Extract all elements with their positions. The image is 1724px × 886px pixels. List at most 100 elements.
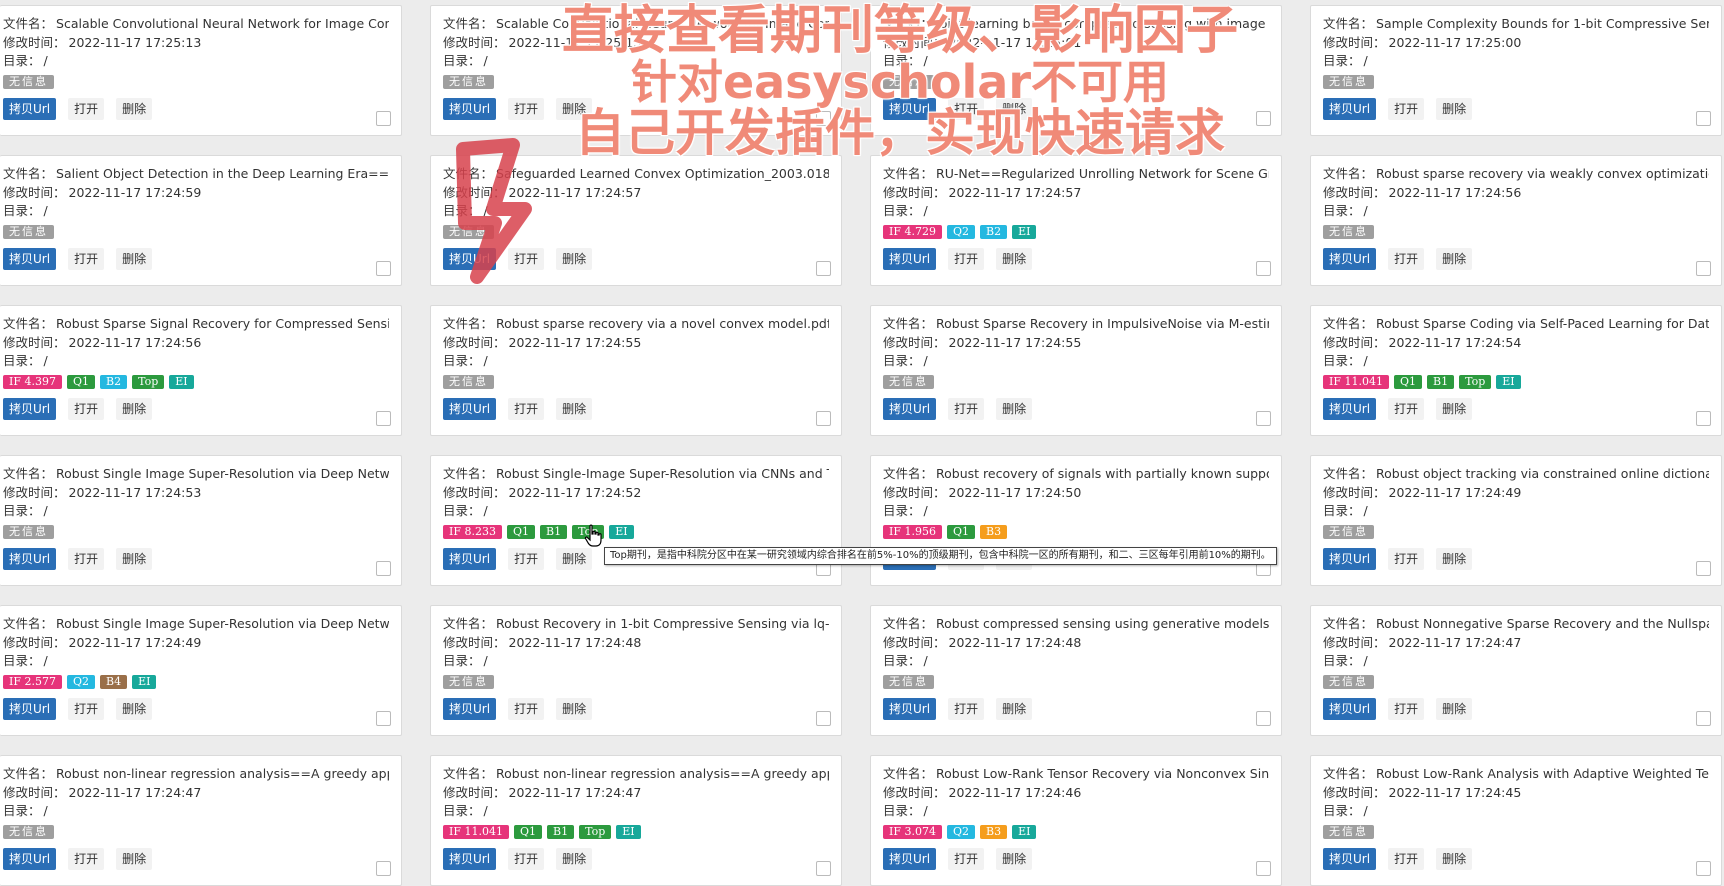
select-checkbox[interactable] [376,861,391,876]
copy-url-button[interactable]: 拷贝Url [883,847,937,870]
open-button[interactable]: 打开 [1388,97,1425,120]
copy-url-button[interactable]: 拷贝Url [3,247,57,270]
copy-url-button[interactable]: 拷贝Url [1323,547,1377,570]
select-checkbox[interactable] [1256,861,1271,876]
delete-button[interactable]: 删除 [116,247,153,270]
open-button[interactable]: 打开 [508,697,545,720]
open-button[interactable]: 打开 [948,847,985,870]
select-checkbox[interactable] [1696,261,1711,276]
select-checkbox[interactable] [1696,411,1711,426]
journal-badge[interactable]: Top [579,824,612,839]
copy-url-button[interactable]: 拷贝Url [1323,97,1377,120]
open-button[interactable]: 打开 [948,247,985,270]
copy-url-button[interactable]: 拷贝Url [1323,697,1377,720]
copy-url-button[interactable]: 拷贝Url [443,97,497,120]
modified-time-label: 修改时间： [3,334,66,350]
select-checkbox[interactable] [816,261,831,276]
select-checkbox[interactable] [1256,411,1271,426]
delete-button[interactable]: 删除 [1436,247,1473,270]
delete-button[interactable]: 删除 [996,847,1033,870]
copy-url-button[interactable]: 拷贝Url [3,397,57,420]
card-actions: 拷贝Url 打开删除 [3,697,401,720]
select-checkbox[interactable] [376,111,391,126]
select-checkbox[interactable] [1256,261,1271,276]
select-checkbox[interactable] [816,711,831,726]
copy-url-button[interactable]: 拷贝Url [3,697,57,720]
delete-button[interactable]: 删除 [1436,97,1473,120]
copy-url-button[interactable]: 拷贝Url [443,397,497,420]
copy-url-button[interactable]: 拷贝Url [443,547,497,570]
open-button[interactable]: 打开 [948,397,985,420]
select-checkbox[interactable] [816,411,831,426]
open-button[interactable]: 打开 [68,247,105,270]
copy-url-button[interactable]: 拷贝Url [1323,247,1377,270]
copy-url-button[interactable]: 拷贝Url [1323,397,1377,420]
delete-button[interactable]: 删除 [996,697,1033,720]
open-button[interactable]: 打开 [1388,547,1425,570]
open-button[interactable]: 打开 [68,697,105,720]
select-checkbox[interactable] [376,411,391,426]
delete-button[interactable]: 删除 [556,847,593,870]
select-checkbox[interactable] [376,711,391,726]
open-button[interactable]: 打开 [948,697,985,720]
open-button[interactable]: 打开 [1388,247,1425,270]
modified-time-value: 2022-11-17 17:24:53 [68,484,202,500]
open-button[interactable]: 打开 [508,547,545,570]
card-actions: 拷贝Url 打开删除 [3,247,401,270]
delete-button[interactable]: 删除 [1436,397,1473,420]
delete-button[interactable]: 删除 [116,697,153,720]
copy-url-button[interactable]: 拷贝Url [443,697,497,720]
copy-url-button[interactable]: 拷贝Url [3,847,57,870]
select-checkbox[interactable] [1696,711,1711,726]
open-button[interactable]: 打开 [508,397,545,420]
copy-url-button[interactable]: 拷贝Url [883,247,937,270]
directory: 目录： / [883,802,1269,821]
copy-url-button[interactable]: 拷贝Url [3,97,57,120]
modified-time-value: 2022-11-17 17:24:52 [508,484,642,500]
delete-button[interactable]: 删除 [556,397,593,420]
select-checkbox[interactable] [1696,111,1711,126]
copy-url-button[interactable]: 拷贝Url [443,847,497,870]
delete-button[interactable]: 删除 [116,397,153,420]
select-checkbox[interactable] [1256,711,1271,726]
delete-button[interactable]: 删除 [996,97,1033,120]
select-checkbox[interactable] [1696,561,1711,576]
copy-url-button[interactable]: 拷贝Url [883,97,937,120]
open-button[interactable]: 打开 [948,97,985,120]
select-checkbox[interactable] [1256,111,1271,126]
select-checkbox[interactable] [816,861,831,876]
directory-label: 目录： [443,653,481,668]
copy-url-button[interactable]: 拷贝Url [1323,847,1377,870]
open-button[interactable]: 打开 [1388,697,1425,720]
delete-button[interactable]: 删除 [116,97,153,120]
journal-badge[interactable]: Top [1459,374,1492,389]
copy-url-button[interactable]: 拷贝Url [883,397,937,420]
open-button[interactable]: 打开 [508,97,545,120]
open-button[interactable]: 打开 [68,397,105,420]
delete-button[interactable]: 删除 [116,847,153,870]
journal-badge[interactable]: Top [132,374,165,389]
delete-button[interactable]: 删除 [1436,697,1473,720]
select-checkbox[interactable] [816,111,831,126]
delete-button[interactable]: 删除 [556,547,593,570]
open-button[interactable]: 打开 [1388,847,1425,870]
delete-button[interactable]: 删除 [556,247,593,270]
delete-button[interactable]: 删除 [1436,547,1473,570]
select-checkbox[interactable] [376,561,391,576]
open-button[interactable]: 打开 [68,97,105,120]
open-button[interactable]: 打开 [1388,397,1425,420]
delete-button[interactable]: 删除 [996,247,1033,270]
delete-button[interactable]: 删除 [1436,847,1473,870]
delete-button[interactable]: 删除 [556,97,593,120]
file-name: 文件名： Robust Sparse Signal Recovery for Co… [3,315,389,334]
delete-button[interactable]: 删除 [556,697,593,720]
delete-button[interactable]: 删除 [996,397,1033,420]
select-checkbox[interactable] [1696,861,1711,876]
select-checkbox[interactable] [376,261,391,276]
open-button[interactable]: 打开 [68,847,105,870]
open-button[interactable]: 打开 [68,547,105,570]
open-button[interactable]: 打开 [508,847,545,870]
copy-url-button[interactable]: 拷贝Url [883,697,937,720]
delete-button[interactable]: 删除 [116,547,153,570]
copy-url-button[interactable]: 拷贝Url [3,547,57,570]
